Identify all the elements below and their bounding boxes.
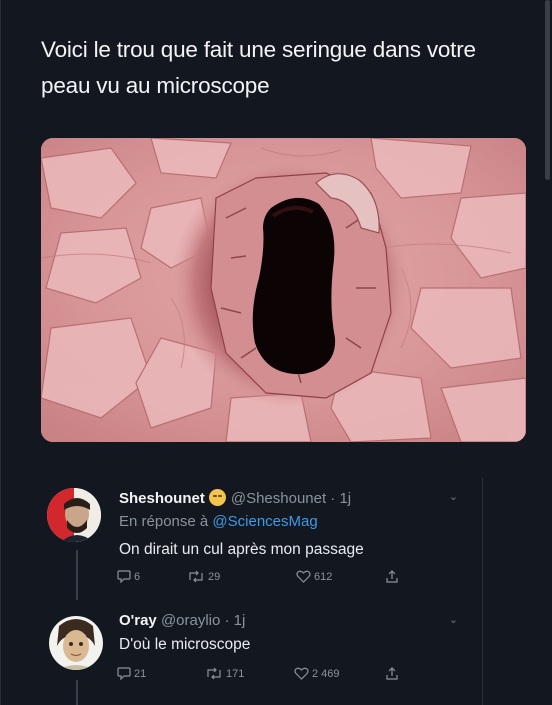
share-button[interactable] bbox=[385, 667, 402, 681]
retweet-icon bbox=[189, 570, 203, 583]
skin-microscope-image bbox=[41, 138, 526, 442]
retweet-button[interactable]: 29 bbox=[187, 570, 220, 583]
reply-context: En réponse à @SciencesMag bbox=[119, 513, 318, 530]
heart-icon bbox=[296, 570, 311, 583]
comment-button[interactable]: 6 bbox=[117, 570, 140, 583]
like-count: 612 bbox=[314, 570, 333, 583]
scrollbar[interactable] bbox=[545, 0, 550, 180]
heart-icon bbox=[294, 667, 309, 680]
comment-icon bbox=[117, 667, 131, 680]
like-button[interactable]: 612 bbox=[296, 570, 332, 583]
display-name[interactable]: O'ray bbox=[119, 612, 157, 629]
share-icon bbox=[386, 570, 398, 583]
mention-link[interactable]: @SciencesMag bbox=[212, 513, 317, 530]
tweet-screen: Voici le trou que fait une seringue dans… bbox=[0, 0, 552, 705]
reply-header: Sheshounet @Sheshounet · 1j bbox=[119, 489, 351, 507]
thread-line bbox=[76, 550, 78, 600]
avatar[interactable] bbox=[49, 616, 103, 670]
action-bar: 6 29 612 bbox=[117, 570, 417, 588]
retweet-count: 29 bbox=[208, 570, 221, 583]
like-count: 2 469 bbox=[312, 667, 340, 680]
comment-count: 21 bbox=[134, 667, 147, 680]
reply-header: O'ray @oraylio · 1j bbox=[119, 612, 245, 629]
avatar-image bbox=[49, 616, 103, 670]
reply-to-prefix: En réponse à bbox=[119, 513, 209, 530]
divider bbox=[482, 478, 483, 705]
handle[interactable]: @Sheshounet · 1j bbox=[231, 490, 351, 507]
handle[interactable]: @oraylio · 1j bbox=[161, 612, 245, 629]
chevron-down-icon[interactable]: ⌄ bbox=[449, 613, 458, 626]
display-name[interactable]: Sheshounet bbox=[119, 490, 205, 507]
retweet-count: 171 bbox=[226, 667, 245, 680]
tweet-text: Voici le trou que fait une seringue dans… bbox=[41, 37, 476, 98]
comment-icon bbox=[117, 570, 131, 583]
share-button[interactable] bbox=[385, 570, 402, 584]
comment-button[interactable]: 21 bbox=[117, 667, 146, 680]
action-bar: 21 171 2 469 bbox=[117, 667, 417, 685]
avatar[interactable] bbox=[47, 488, 101, 542]
retweet-icon bbox=[207, 667, 221, 680]
retweet-button[interactable]: 171 bbox=[205, 667, 244, 680]
tweet-image[interactable] bbox=[41, 138, 526, 442]
thread-line bbox=[76, 680, 78, 705]
chevron-down-icon[interactable]: ⌄ bbox=[449, 490, 458, 503]
avatar-image bbox=[47, 488, 101, 542]
reply-text: On dirait un cul après mon passage bbox=[119, 541, 364, 558]
reply-text: D'où le microscope bbox=[119, 636, 251, 653]
smiling-face-icon bbox=[208, 489, 226, 506]
like-button[interactable]: 2 469 bbox=[294, 667, 340, 680]
share-icon bbox=[386, 667, 398, 680]
comment-count: 6 bbox=[134, 570, 141, 583]
